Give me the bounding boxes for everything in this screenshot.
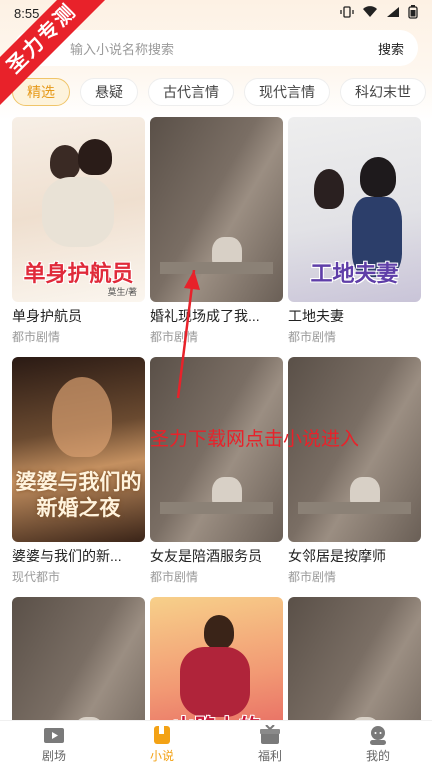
book-icon [154, 726, 170, 744]
nav-novel[interactable]: 小说 [132, 725, 192, 764]
book-genre: 都市剧情 [150, 570, 199, 584]
search-bar[interactable]: 输入小说名称搜索 搜索 [14, 30, 418, 66]
book-title[interactable]: 女友是陪酒服务员 [150, 546, 283, 566]
cover-figure [360, 157, 396, 197]
cover-figure [52, 377, 112, 457]
cover-figure [42, 177, 114, 247]
annotation-arrow-icon [176, 270, 200, 399]
nav-theater[interactable]: 剧场 [24, 725, 84, 764]
annotation-text: 圣力下载网点击小说进入 [150, 429, 360, 450]
nav-profile[interactable]: 我的 [348, 725, 408, 764]
signal-icon [386, 6, 400, 21]
book-cover[interactable]: 单身护航员 莫生/著 [12, 117, 145, 302]
book-cover[interactable]: 工地夫妻 [288, 117, 421, 302]
status-icons [340, 4, 418, 22]
book-card[interactable]: 工地夫妻 工地夫妻 都市剧情 [288, 117, 421, 345]
nav-label: 我的 [365, 749, 390, 763]
book-card[interactable]: 单身护航员 莫生/著 单身护航员 都市剧情 [12, 117, 145, 345]
category-tabs: 精选 悬疑 古代言情 现代言情 科幻末世 [12, 78, 432, 106]
book-card[interactable]: 婆婆与我们的新婚之夜 婆婆与我们的新... 现代都市 [12, 357, 145, 585]
cover-title: 婆婆与我们的新婚之夜 [15, 471, 142, 520]
book-title[interactable]: 单身护航员 [12, 306, 145, 326]
wifi-icon [362, 5, 378, 21]
nav-label: 福利 [257, 749, 282, 763]
cover-figure [50, 145, 80, 179]
tab-scifi[interactable]: 科幻末世 [340, 78, 426, 106]
book-genre: 都市剧情 [288, 330, 337, 344]
theater-icon [44, 728, 64, 743]
cover-figure [78, 139, 112, 175]
book-genre: 现代都市 [12, 570, 61, 584]
cover-title: 工地夫妻 [310, 261, 399, 286]
book-title[interactable]: 婆婆与我们的新... [12, 546, 145, 566]
book-genre: 都市剧情 [12, 330, 61, 344]
book-cover[interactable]: 婆婆与我们的新婚之夜 [12, 357, 145, 542]
book-genre: 都市剧情 [288, 570, 337, 584]
tab-suspense[interactable]: 悬疑 [80, 78, 138, 106]
cover-figure [204, 615, 234, 649]
cover-author: 莫生/著 [107, 287, 137, 297]
nav-welfare[interactable]: 福利 [240, 725, 300, 764]
cover-figure [180, 647, 250, 717]
cover-title: 单身护航员 [23, 261, 134, 286]
gift-icon [260, 725, 280, 744]
profile-icon [370, 726, 386, 745]
book-title[interactable]: 工地夫妻 [288, 306, 421, 326]
vibrate-icon [340, 5, 354, 21]
book-title[interactable]: 女邻居是按摩师 [288, 546, 421, 566]
tab-modern-romance[interactable]: 现代言情 [244, 78, 330, 106]
tab-ancient-romance[interactable]: 古代言情 [148, 78, 234, 106]
search-button[interactable]: 搜索 [378, 39, 404, 58]
book-card[interactable]: 女邻居是按摩师 都市剧情 [288, 357, 421, 585]
cover-figure [314, 169, 344, 209]
battery-icon [408, 4, 418, 22]
status-time: 8:55 [14, 5, 40, 21]
bottom-nav: 剧场 小说 福利 我的 [0, 720, 432, 768]
nav-label: 小说 [149, 749, 174, 763]
nav-label: 剧场 [41, 749, 66, 763]
search-input[interactable]: 输入小说名称搜索 [70, 39, 378, 58]
